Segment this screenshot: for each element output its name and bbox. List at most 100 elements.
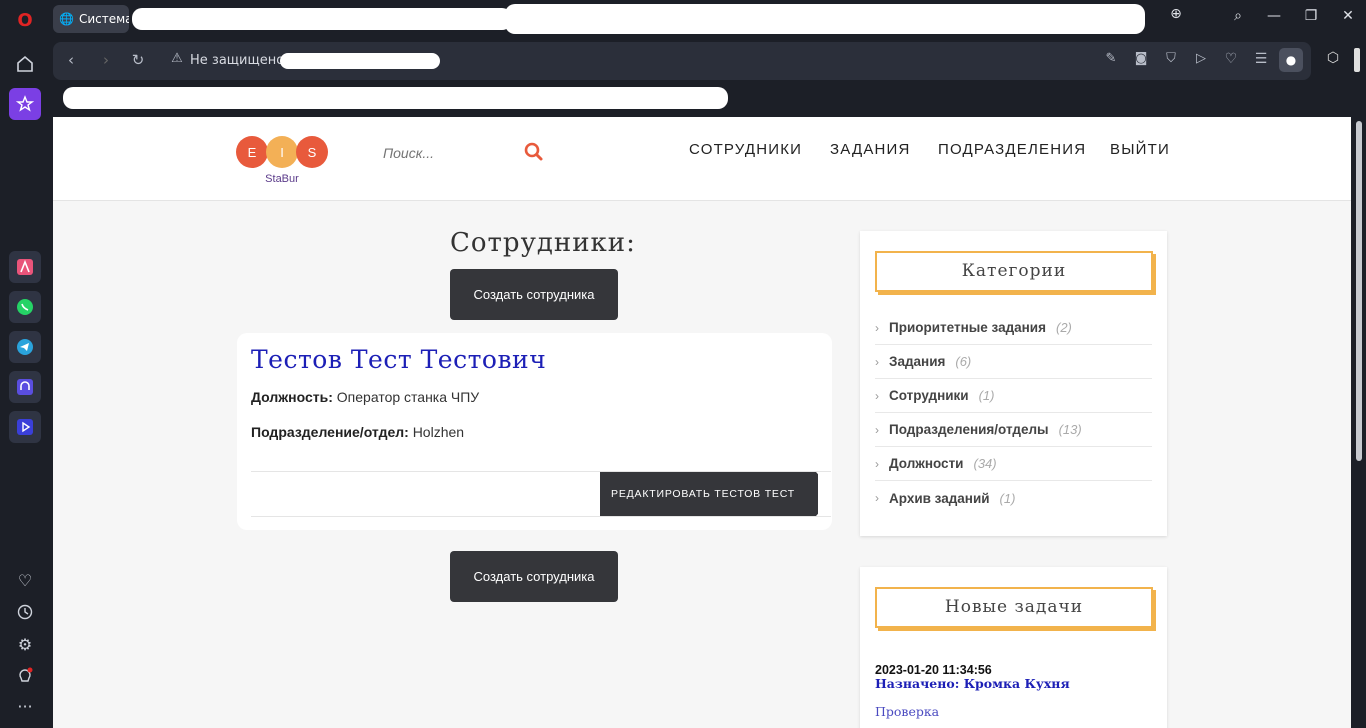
employee-position: Должность: Оператор станка ЧПУ: [251, 389, 479, 405]
browser-sidebar: O ♡ ⚙ ···: [0, 0, 50, 728]
position-label: Должность:: [251, 389, 333, 405]
search-icon[interactable]: [523, 141, 545, 163]
warning-icon[interactable]: ⚠: [167, 51, 187, 66]
telegram-icon[interactable]: [9, 331, 41, 363]
category-item[interactable]: › Задания (6): [875, 345, 1152, 379]
history-icon[interactable]: [9, 596, 41, 628]
nav-employees[interactable]: СОТРУДНИКИ: [689, 141, 802, 158]
category-item[interactable]: › Архив заданий (1): [875, 481, 1152, 515]
whatsapp-icon[interactable]: [9, 291, 41, 323]
chevron-right-icon: ›: [875, 456, 879, 471]
security-label: Не защищено: [190, 53, 285, 68]
favorite-icon[interactable]: ♡: [1221, 51, 1241, 67]
chevron-right-icon: ›: [875, 354, 879, 369]
scrollbar-thumb[interactable]: [1356, 121, 1362, 461]
speed-dial-icon[interactable]: [9, 88, 41, 120]
edit-page-icon[interactable]: ✎: [1101, 51, 1121, 66]
logo-subtitle: StaBur: [265, 173, 299, 185]
search-tabs-icon[interactable]: ⌕: [1226, 8, 1250, 24]
page-scrollbar[interactable]: [1352, 117, 1366, 728]
shield-icon[interactable]: ⛉: [1161, 51, 1181, 66]
category-count: (1): [978, 388, 995, 403]
create-employee-button-top[interactable]: Создать сотрудника: [450, 269, 618, 320]
web-page: E I S StaBur СОТРУДНИКИ ЗАДАНИЯ ПОДРАЗДЕ…: [53, 117, 1351, 728]
department-value: Holzhen: [412, 424, 465, 440]
new-tasks-widget: Новые задачи 2023-01-20 11:34:56 Назначе…: [860, 567, 1167, 728]
heart-icon[interactable]: ♡: [9, 564, 41, 596]
forward-icon[interactable]: ›: [96, 51, 116, 69]
profile-icon[interactable]: ●: [1279, 48, 1303, 72]
nav-tasks[interactable]: ЗАДАНИЯ: [830, 141, 911, 158]
sidebar-toggle[interactable]: [1354, 48, 1360, 72]
category-label[interactable]: Должности: [889, 456, 963, 471]
category-label[interactable]: Задания: [889, 354, 945, 369]
category-count: (6): [955, 354, 972, 369]
category-item[interactable]: › Должности (34): [875, 447, 1152, 481]
redacted-bookmarks: [63, 87, 728, 109]
page-title: Сотрудники:: [450, 228, 636, 258]
category-count: (34): [973, 456, 997, 471]
reload-icon[interactable]: ↻: [128, 51, 148, 69]
chevron-right-icon: ›: [875, 422, 879, 437]
home-icon[interactable]: [9, 48, 41, 80]
categories-title: Категории: [875, 251, 1153, 292]
lightbulb-icon[interactable]: [9, 660, 41, 692]
category-label[interactable]: Подразделения/отделы: [889, 422, 1049, 437]
create-employee-button-bottom[interactable]: Создать сотрудника: [450, 551, 618, 602]
category-label[interactable]: Сотрудники: [889, 388, 969, 403]
category-count: (13): [1058, 422, 1082, 437]
employee-name[interactable]: Тестов Тест Тестович: [251, 345, 546, 374]
close-icon[interactable]: ✕: [1336, 8, 1360, 24]
address-bar[interactable]: ‹ › ↻ ⚠ Не защищено ✎ ◙ ⛉ ▷ ♡ ☰ ●: [53, 42, 1311, 80]
maximize-icon[interactable]: ❐: [1299, 8, 1323, 24]
chevron-right-icon: ›: [875, 491, 879, 505]
category-count: (2): [1055, 320, 1072, 335]
divider: [251, 471, 831, 472]
tab-bar: 🌐 Система ⊕ ⌕ — ❐ ✕: [50, 0, 1366, 38]
new-tasks-title: Новые задачи: [875, 587, 1153, 628]
redacted-url: [280, 53, 440, 69]
site-header: E I S StaBur СОТРУДНИКИ ЗАДАНИЯ ПОДРАЗДЕ…: [53, 117, 1351, 201]
logo-circle-s: S: [296, 136, 328, 168]
task-title[interactable]: Назначено: Кромка Кухня: [875, 677, 1075, 690]
nav-logout[interactable]: ВЫЙТИ: [1110, 141, 1170, 158]
snapshot-icon[interactable]: ◙: [1131, 51, 1151, 66]
task-date: 2023-01-20 11:34:56: [875, 663, 992, 677]
categories-widget: Категории › Приоритетные задания (2) › Зада…: [860, 231, 1167, 536]
new-tab-icon[interactable]: ⊕: [1164, 6, 1188, 22]
more-icon[interactable]: ···: [9, 690, 41, 722]
aria-app-icon[interactable]: [9, 251, 41, 283]
logo-circle-e: E: [236, 136, 268, 168]
edit-employee-button[interactable]: РЕДАКТИРОВАТЬ ТЕСТОВ ТЕСТ: [600, 472, 818, 516]
employee-department: Подразделение/отдел: Holzhen: [251, 424, 464, 440]
redacted-tab: [505, 4, 1145, 34]
music-player-icon[interactable]: [9, 371, 41, 403]
minimize-icon[interactable]: —: [1262, 8, 1286, 24]
player-icon[interactable]: [9, 411, 41, 443]
category-item[interactable]: › Сотрудники (1): [875, 379, 1152, 413]
extensions-icon[interactable]: ⬡: [1318, 50, 1348, 72]
globe-icon: 🌐: [59, 12, 74, 26]
category-count: (1): [999, 490, 1016, 506]
divider: [251, 516, 831, 517]
chevron-right-icon: ›: [875, 388, 879, 403]
category-label[interactable]: Приоритетные задания: [889, 320, 1046, 335]
back-icon[interactable]: ‹: [61, 51, 81, 69]
category-item[interactable]: › Приоритетные задания (2): [875, 311, 1152, 345]
chevron-right-icon: ›: [875, 320, 879, 335]
nav-departments[interactable]: ПОДРАЗДЕЛЕНИЯ: [938, 141, 1086, 158]
position-value: Оператор станка ЧПУ: [336, 389, 480, 405]
category-label[interactable]: Архив заданий: [889, 491, 990, 506]
settings-gear-icon[interactable]: ⚙: [9, 628, 41, 660]
department-label: Подразделение/отдел:: [251, 424, 409, 440]
easy-setup-icon[interactable]: ☰: [1251, 51, 1271, 67]
tab-active[interactable]: 🌐 Система: [53, 5, 129, 33]
opera-logo-icon[interactable]: O: [9, 4, 41, 36]
task-status: Проверка: [875, 704, 940, 719]
category-item[interactable]: › Подразделения/отделы (13): [875, 413, 1152, 447]
tab-title: Система: [78, 12, 129, 26]
redacted-tab: [132, 8, 512, 30]
send-icon[interactable]: ▷: [1191, 51, 1211, 66]
bookmarks-bar: [53, 83, 1366, 113]
logo-circle-i: I: [266, 136, 298, 168]
